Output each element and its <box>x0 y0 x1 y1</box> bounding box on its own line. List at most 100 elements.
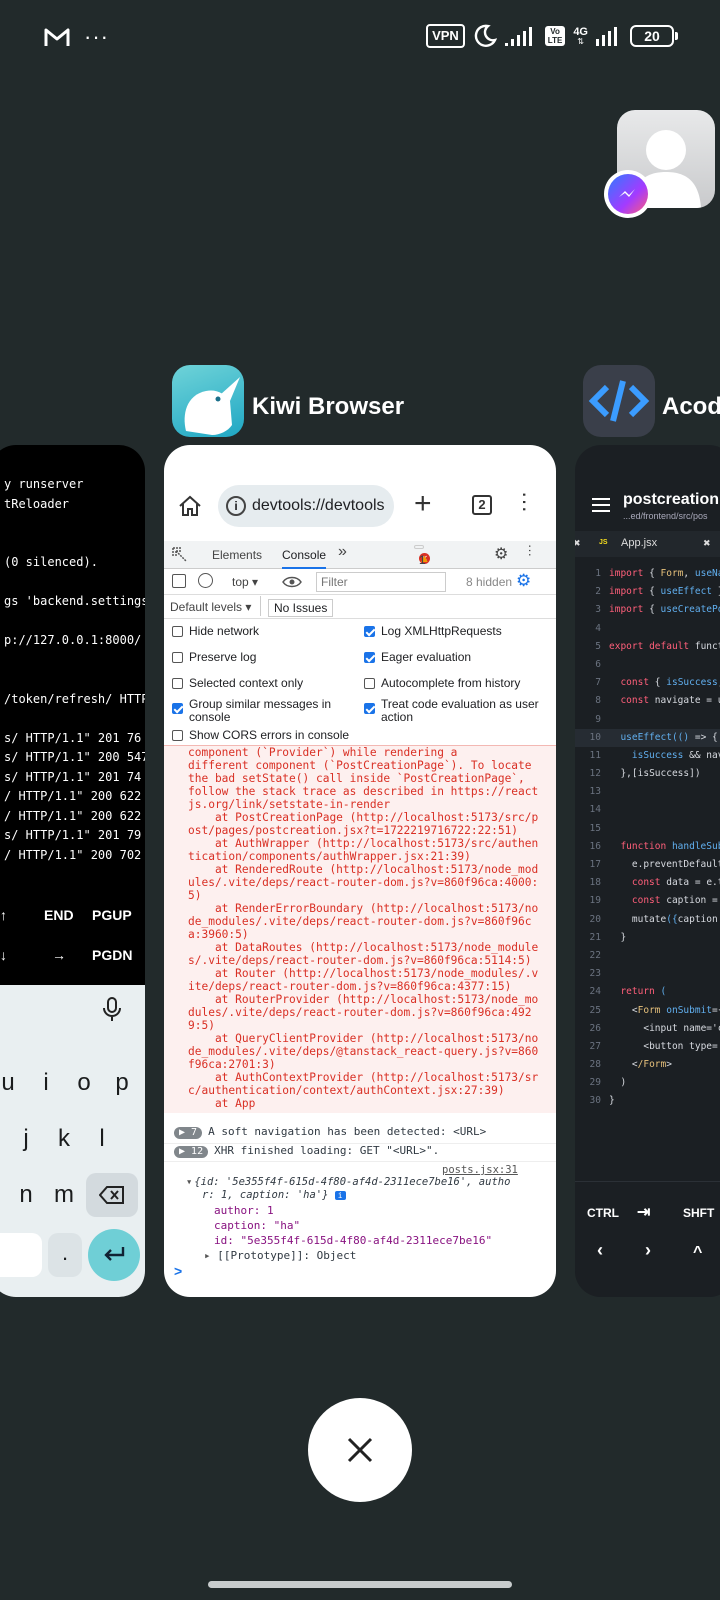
backspace-icon <box>99 1186 124 1204</box>
kiwi-browser-title: Kiwi Browser <box>252 393 405 420</box>
option-preserve-log[interactable]: Preserve log <box>172 651 256 664</box>
key-l[interactable]: l <box>84 1115 120 1163</box>
acode-app-icon[interactable] <box>583 365 655 437</box>
key-u[interactable]: u <box>0 1059 26 1107</box>
site-info-icon[interactable]: i <box>226 496 246 516</box>
key-o[interactable]: o <box>66 1059 102 1107</box>
clear-console-icon[interactable] <box>198 573 213 588</box>
end-key[interactable]: END <box>44 907 74 923</box>
option-hide-network[interactable]: Hide network <box>172 625 259 638</box>
pgup-key[interactable]: PGUP <box>92 907 132 923</box>
code-line: 11 isSuccess && navig <box>575 747 720 765</box>
new-tab-icon[interactable]: + <box>414 489 432 519</box>
option-autocomplete-history[interactable]: Autocomplete from history <box>364 677 520 690</box>
line-number: 4 <box>595 622 601 634</box>
inspect-element-icon[interactable] <box>172 547 188 563</box>
kiwi-browser-app-icon[interactable] <box>172 365 244 437</box>
key-n[interactable]: n <box>8 1171 44 1219</box>
console-filter-input[interactable] <box>316 572 446 592</box>
arrow-right-key[interactable]: › <box>645 1240 651 1261</box>
expand-caret-icon[interactable]: ▾ <box>186 1176 192 1188</box>
default-levels-dropdown[interactable]: Default levels ▾ <box>170 600 251 614</box>
sidebar-toggle-icon[interactable] <box>172 574 186 588</box>
error-stack-line: at Router (http://localhost:5173/node_mo… <box>188 967 539 980</box>
checkbox-checked[interactable] <box>364 703 375 714</box>
console-error-message: component (`Provider`) while rendering a… <box>164 745 556 1113</box>
checkbox-checked[interactable] <box>364 626 375 637</box>
console-prompt[interactable]: > <box>174 1263 182 1279</box>
log-levels-bar: Default levels ▾ No Issues <box>164 595 556 619</box>
key-i[interactable]: i <box>28 1059 64 1107</box>
checkbox-checked[interactable] <box>364 652 375 663</box>
enter-key[interactable] <box>88 1229 140 1281</box>
more-menu-icon[interactable]: ··· <box>513 491 538 513</box>
code-editor[interactable]: 1 import { Form, useNavi 2 import { useEffe… <box>575 565 720 1111</box>
key-j[interactable]: j <box>8 1115 44 1163</box>
key-m[interactable]: m <box>46 1171 82 1219</box>
termux-card[interactable]: y runserver tReloader (0 silenced). gs 'bac… <box>0 445 145 1297</box>
checkbox[interactable] <box>172 652 183 663</box>
settings-gear-icon[interactable]: ⚙ <box>494 544 508 564</box>
context-label: top <box>232 575 249 589</box>
arrow-right-key[interactable]: → <box>52 947 66 963</box>
home-icon[interactable] <box>178 495 202 517</box>
arrow-down-key[interactable]: ↓ <box>0 947 7 963</box>
option-cors-errors[interactable]: Show CORS errors in console <box>172 729 349 742</box>
context-selector[interactable]: top ▾ <box>232 575 258 589</box>
key-k[interactable]: k <box>46 1115 82 1163</box>
microphone-icon[interactable] <box>102 997 122 1023</box>
line-number: 5 <box>595 640 601 652</box>
gesture-home-bar[interactable] <box>208 1581 512 1588</box>
close-tab-icon[interactable]: ✖ <box>575 538 581 549</box>
option-label: Preserve log <box>189 650 257 664</box>
acode-card[interactable]: postcreation. ...ed/frontend/src/pos ✖ J… <box>575 445 720 1297</box>
tab-key[interactable]: ⇥ <box>637 1202 650 1222</box>
kiwi-browser-card[interactable]: i devtools://devtools + 2 ··· Elements C… <box>164 445 556 1297</box>
option-eager-evaluation[interactable]: Eager evaluation <box>364 651 471 664</box>
option-label: Autocomplete from history <box>381 676 521 690</box>
close-tab-icon[interactable]: ✖ <box>703 538 711 549</box>
error-stack-line: tication/components/authWrapper.jsx:21:3… <box>188 850 471 863</box>
checkbox[interactable] <box>172 626 183 637</box>
tab-elements[interactable]: Elements <box>212 548 262 562</box>
tab-app-jsx[interactable]: App.jsx <box>621 537 657 549</box>
console-settings-icon[interactable]: ⚙ <box>516 571 531 591</box>
checkbox[interactable] <box>172 678 183 689</box>
devtools-menu-icon[interactable]: ··· <box>523 544 538 557</box>
shift-key[interactable]: SHFT <box>683 1206 714 1220</box>
checkbox[interactable] <box>172 730 183 741</box>
tab-console[interactable]: Console <box>282 548 327 569</box>
arrow-left-key[interactable]: ‹ <box>597 1240 603 1261</box>
no-issues-button[interactable]: No Issues <box>268 599 334 617</box>
object-prototype[interactable]: ▸ [[Prototype]]: Object <box>204 1249 356 1262</box>
option-log-xhr[interactable]: Log XMLHttpRequests <box>364 625 502 638</box>
key-period[interactable]: . <box>48 1233 82 1277</box>
arrow-up-key[interactable]: ^ <box>693 1244 702 1262</box>
live-expression-eye-icon[interactable] <box>282 575 302 589</box>
option-selected-context[interactable]: Selected context only <box>172 677 303 690</box>
tab-switcher-button[interactable]: 2 <box>472 495 492 515</box>
more-tabs-icon[interactable]: » <box>338 543 347 561</box>
object-summary[interactable]: ▾ {id: '5e355f4f-615d-4f80-af4d-2311ece7b… <box>186 1176 510 1188</box>
option-group-similar[interactable]: Group similar messages in console <box>172 698 352 724</box>
ctrl-key[interactable]: CTRL <box>587 1206 619 1220</box>
code-text: function handleSubmi <box>620 840 720 852</box>
code-text: import { useEffect } f <box>609 586 720 598</box>
option-treat-as-user-action[interactable]: Treat code evaluation as user action <box>364 698 549 724</box>
backspace-key[interactable] <box>86 1173 138 1217</box>
checkbox-checked[interactable] <box>172 703 183 714</box>
issue-counter[interactable]: ✕ 1 ▲ 1 <box>414 545 430 567</box>
pgdn-key[interactable]: PGDN <box>92 947 132 963</box>
close-all-button[interactable] <box>308 1398 412 1502</box>
arrow-up-key[interactable]: ↑ <box>0 907 7 923</box>
key-p[interactable]: p <box>104 1059 140 1107</box>
address-bar[interactable]: i devtools://devtools <box>218 485 394 527</box>
checkbox[interactable] <box>364 678 375 689</box>
space-key[interactable] <box>0 1233 42 1277</box>
line-number: 7 <box>595 677 601 689</box>
source-link[interactable]: posts.jsx:31 <box>442 1164 518 1176</box>
line-number: 18 <box>589 877 601 889</box>
hamburger-menu-icon[interactable] <box>591 497 611 513</box>
code-line: 27 <button type=' <box>575 1038 720 1056</box>
terminal-line: (0 silenced). <box>4 555 98 569</box>
